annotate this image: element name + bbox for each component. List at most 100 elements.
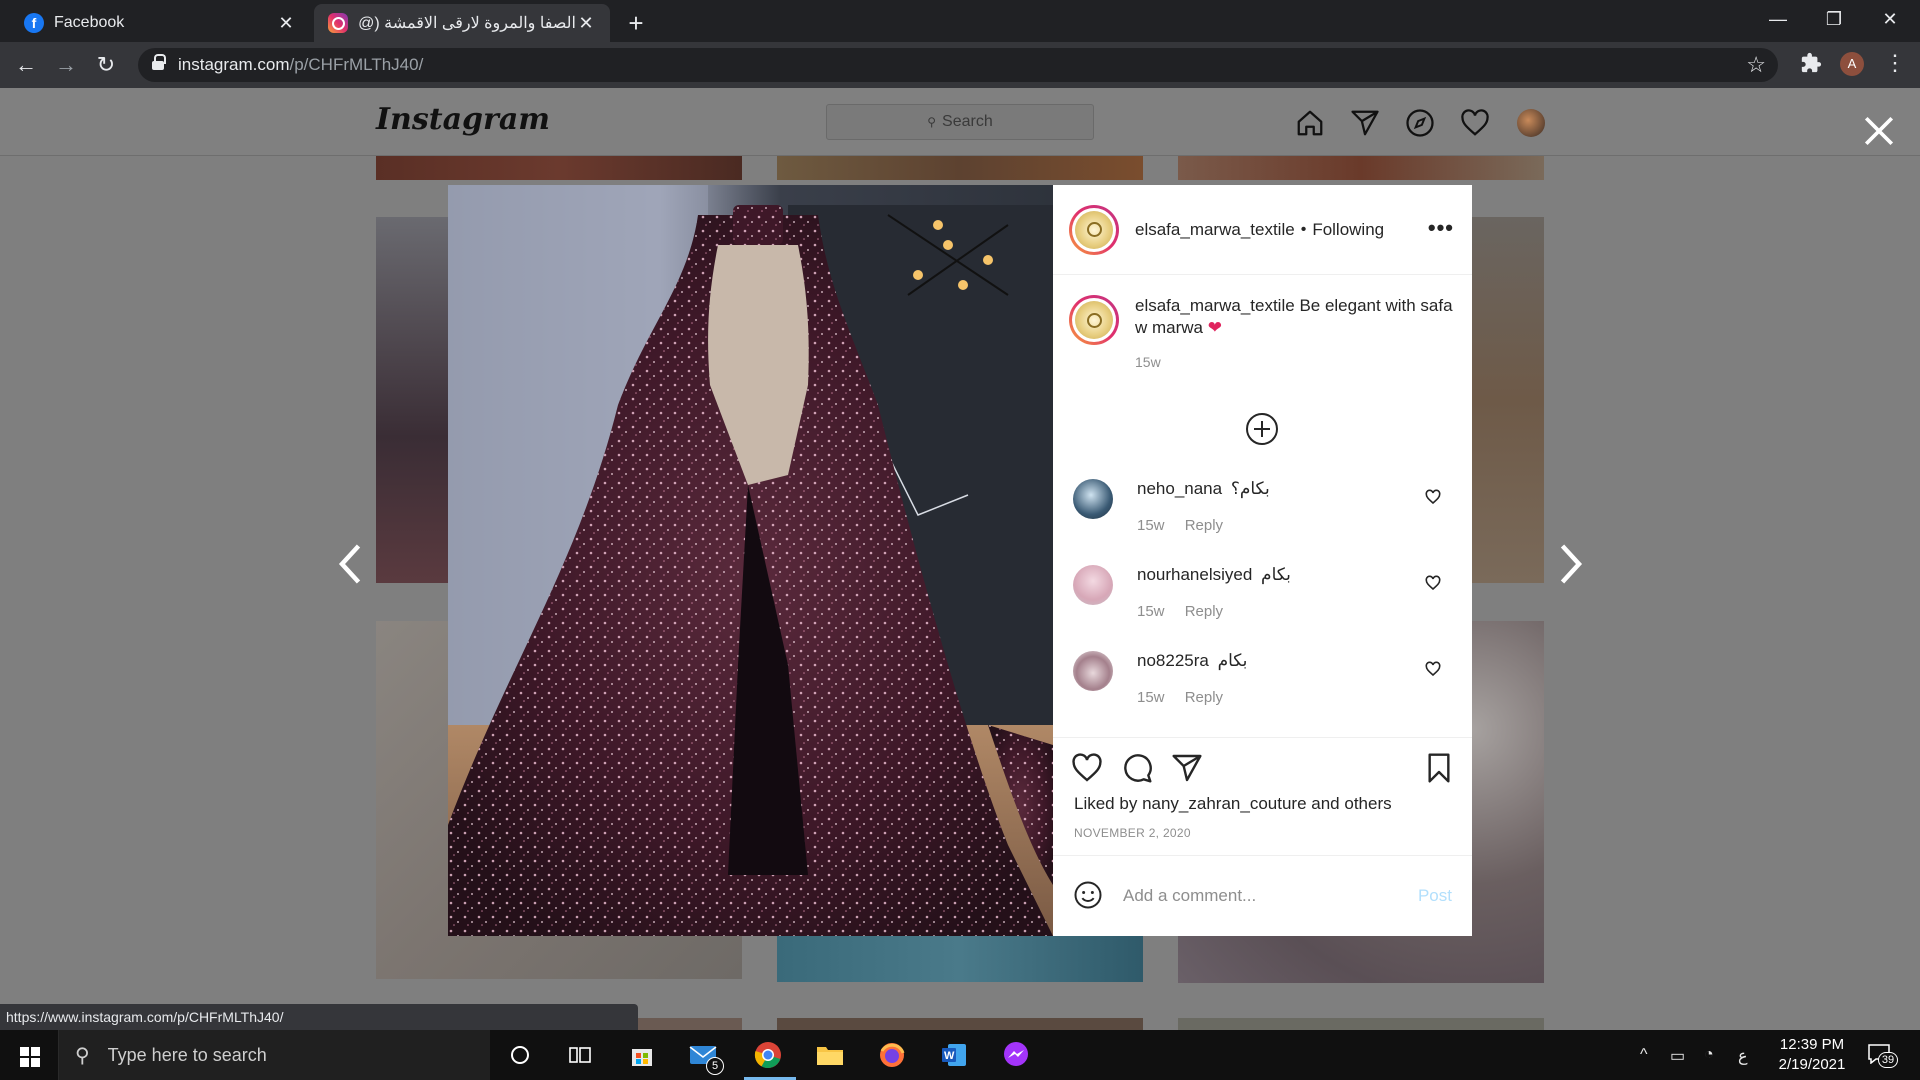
- firefox-icon[interactable]: [872, 1039, 912, 1071]
- commenter-username[interactable]: neho_nana: [1137, 479, 1222, 498]
- comment-input[interactable]: [1123, 876, 1403, 916]
- microsoft-store-icon[interactable]: [622, 1039, 662, 1071]
- tab-facebook[interactable]: f Facebook ✕: [10, 4, 310, 42]
- load-more-comments-icon[interactable]: [1246, 413, 1278, 445]
- minimize-button[interactable]: —: [1750, 0, 1806, 40]
- post-comment-button[interactable]: Post: [1418, 886, 1452, 906]
- forward-button[interactable]: →: [50, 50, 82, 82]
- back-button[interactable]: ←: [10, 50, 42, 82]
- heart-emoji: ❤: [1207, 318, 1222, 337]
- search-box[interactable]: ⚲ Search: [826, 104, 1094, 140]
- explore-icon[interactable]: [1405, 108, 1435, 138]
- close-modal-icon[interactable]: [1862, 114, 1896, 148]
- chrome-icon[interactable]: [748, 1039, 788, 1071]
- add-comment-bar: Post: [1053, 855, 1472, 936]
- taskbar-search[interactable]: ⚲ Type here to search: [58, 1030, 490, 1080]
- grid-thumbnail[interactable]: [1178, 156, 1544, 180]
- grid-thumbnail[interactable]: [777, 936, 1143, 982]
- cortana-icon[interactable]: [500, 1039, 540, 1071]
- separator-dot: •: [1300, 220, 1307, 238]
- grid-thumbnail[interactable]: [777, 156, 1143, 180]
- like-comment-heart-icon[interactable]: [1425, 489, 1441, 505]
- lock-icon[interactable]: [152, 54, 166, 71]
- commenter-username[interactable]: nourhanelsiyed: [1137, 565, 1252, 584]
- bookmark-star-icon[interactable]: ☆: [1746, 52, 1766, 78]
- instagram-logo[interactable]: Instagram: [376, 102, 550, 137]
- activity-heart-icon[interactable]: [1460, 108, 1490, 138]
- user-avatar[interactable]: [1517, 109, 1545, 137]
- author-avatar[interactable]: [1069, 204, 1119, 255]
- new-tab-button[interactable]: +: [620, 8, 652, 40]
- mail-badge: 5: [706, 1057, 724, 1075]
- grid-thumbnail[interactable]: [376, 217, 448, 583]
- clock-date: 2/19/2021: [1778, 1056, 1846, 1073]
- caption-username[interactable]: elsafa_marwa_textile: [1135, 296, 1295, 315]
- browser-menu-icon[interactable]: ⋮: [1884, 50, 1906, 76]
- word-icon[interactable]: W: [934, 1039, 974, 1071]
- emoji-picker-icon[interactable]: [1073, 880, 1103, 910]
- task-view-icon[interactable]: [560, 1039, 600, 1071]
- save-bookmark-icon[interactable]: [1423, 752, 1455, 784]
- following-button[interactable]: Following: [1312, 220, 1384, 240]
- instagram-icon: [328, 13, 348, 33]
- search-placeholder: Search: [942, 113, 993, 130]
- reply-button[interactable]: Reply: [1185, 517, 1223, 534]
- extensions-icon[interactable]: [1800, 52, 1822, 74]
- search-icon: ⚲: [927, 115, 937, 129]
- url-path: /p/CHFrMLThJ40/: [289, 55, 424, 74]
- close-window-button[interactable]: ✕: [1862, 0, 1918, 40]
- share-icon[interactable]: [1171, 752, 1203, 784]
- reply-button[interactable]: Reply: [1185, 689, 1223, 706]
- system-clock[interactable]: 12:39 PM 2/19/2021: [1762, 1035, 1862, 1075]
- commenter-username[interactable]: no8225ra: [1137, 651, 1209, 670]
- like-heart-icon[interactable]: [1071, 752, 1103, 784]
- grid-thumbnail[interactable]: [777, 1018, 1143, 1030]
- file-explorer-icon[interactable]: [810, 1039, 850, 1071]
- grid-thumbnail[interactable]: [1472, 217, 1544, 583]
- notification-center-icon[interactable]: 39: [1868, 1044, 1898, 1068]
- wifi-icon[interactable]: ◔: [1704, 1046, 1714, 1064]
- comment-body: no8225ra بكام: [1137, 651, 1247, 671]
- mail-icon[interactable]: 5: [684, 1039, 724, 1075]
- post-date: NOVEMBER 2, 2020: [1074, 826, 1191, 840]
- like-comment-heart-icon[interactable]: [1425, 661, 1441, 677]
- grid-thumbnail[interactable]: [1178, 1018, 1544, 1030]
- tab-instagram[interactable]: الصفا والمروة لارقى الاقمشة (@ile ✕: [314, 4, 610, 42]
- commenter-avatar[interactable]: [1073, 651, 1113, 691]
- liked-by-user[interactable]: nany_zahran_couture: [1142, 794, 1306, 813]
- direct-message-icon[interactable]: [1350, 108, 1380, 138]
- comment-text: بكام: [1261, 565, 1291, 584]
- windows-start-icon[interactable]: [20, 1047, 40, 1067]
- caption-author-avatar[interactable]: [1069, 295, 1119, 345]
- reload-button[interactable]: ↻: [90, 50, 122, 82]
- close-tab-icon[interactable]: ✕: [576, 13, 596, 34]
- input-language[interactable]: ع: [1738, 1046, 1748, 1066]
- liked-by-others[interactable]: others: [1344, 794, 1391, 813]
- reply-button[interactable]: Reply: [1185, 603, 1223, 620]
- home-icon[interactable]: [1295, 108, 1325, 138]
- post-caption: elsafa_marwa_textile Be elegant with saf…: [1069, 295, 1459, 373]
- messenger-icon[interactable]: [996, 1039, 1036, 1071]
- grid-thumbnail[interactable]: [376, 156, 742, 180]
- next-post-arrow-icon[interactable]: [1555, 541, 1585, 587]
- post-photo[interactable]: [448, 185, 1053, 936]
- more-options-icon[interactable]: •••: [1428, 215, 1454, 241]
- author-username[interactable]: elsafa_marwa_textile: [1135, 220, 1295, 240]
- previous-post-arrow-icon[interactable]: [336, 541, 366, 587]
- url-domain: instagram.com: [178, 55, 290, 74]
- comment-body: neho_nana بكام؟: [1137, 479, 1270, 499]
- like-comment-heart-icon[interactable]: [1425, 575, 1441, 591]
- browser-toolbar: ← → ↻ instagram.com/p/CHFrMLThJ40/ ☆: [0, 42, 1920, 88]
- comment-bubble-icon[interactable]: [1121, 752, 1153, 784]
- comment-meta: 15w Reply: [1137, 603, 1239, 620]
- address-bar[interactable]: instagram.com/p/CHFrMLThJ40/ ☆: [138, 48, 1778, 82]
- commenter-avatar[interactable]: [1073, 565, 1113, 605]
- profile-avatar[interactable]: A: [1840, 52, 1864, 76]
- show-hidden-icons-icon[interactable]: ^: [1640, 1046, 1648, 1064]
- close-tab-icon[interactable]: ✕: [276, 13, 296, 34]
- battery-icon[interactable]: ▭: [1670, 1046, 1685, 1066]
- comment-text: بكام: [1217, 651, 1248, 670]
- commenter-avatar[interactable]: [1073, 479, 1113, 519]
- restore-button[interactable]: ❐: [1806, 0, 1862, 40]
- sequin-gown-image: [448, 185, 1053, 936]
